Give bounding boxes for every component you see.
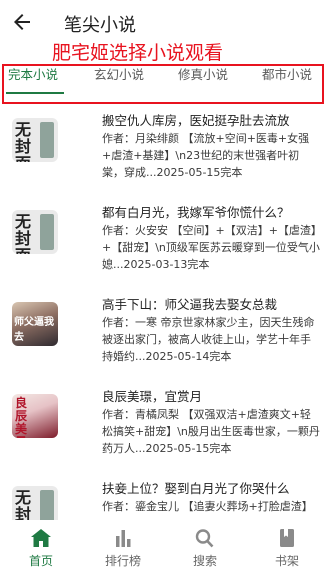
nav-home[interactable]: 首页: [0, 522, 82, 570]
home-icon: [31, 529, 51, 547]
book-title: 搬空仇人库房，医妃挺孕肚去流放: [102, 113, 290, 128]
book-cover: 无封面: [12, 118, 58, 162]
active-tab-indicator: [6, 92, 64, 94]
nav-bookshelf[interactable]: 书架: [246, 522, 328, 570]
annotation-overlay-text: 肥宅姬选择小说观看: [52, 42, 224, 64]
list-item[interactable]: 无封面 都有白月光，我嫁军爷你慌什么？ 作者：火安安 【空间】+【双洁】+【虐渣…: [0, 198, 328, 290]
book-description: 作者：一寒 帝京世家林家少主，因天生残命被逐出家门，被高人收徒上山，学艺十年手持…: [102, 316, 315, 363]
tab-xianxia-novels[interactable]: 修真小说: [178, 64, 228, 83]
bookshelf-icon: [280, 529, 294, 547]
tab-completed-novels[interactable]: 完本小说: [8, 64, 58, 83]
back-arrow-icon[interactable]: [10, 10, 34, 34]
book-title: 扶妾上位？娶到白月光了你哭什么: [102, 481, 290, 496]
list-item[interactable]: 良辰美景 良辰美璟，宜赏月 作者：青橘凤梨 【双强双洁+虐渣爽文+轻松搞笑+甜宠…: [0, 382, 328, 474]
book-list[interactable]: 无封面 搬空仇人库房，医妃挺孕肚去流放 作者：月染绯颜 【流放+空间+医毒+女强…: [0, 106, 328, 520]
search-icon: [195, 529, 214, 548]
book-title: 高手下山：师父逼我去娶女总裁: [102, 297, 278, 312]
book-cover: 无封面: [12, 486, 58, 520]
tab-urban-novels[interactable]: 都市小说: [262, 64, 312, 83]
book-cover: 良辰美景: [12, 394, 58, 438]
list-item[interactable]: 师父逼我去 高手下山：师父逼我去娶女总裁 作者：一寒 帝京世家林家少主，因天生残…: [0, 290, 328, 382]
book-title: 良辰美璟，宜赏月: [102, 389, 203, 404]
list-item[interactable]: 无封面 搬空仇人库房，医妃挺孕肚去流放 作者：月染绯颜 【流放+空间+医毒+女强…: [0, 106, 328, 198]
book-title: 都有白月光，我嫁军爷你慌什么？: [102, 205, 290, 220]
book-cover: 师父逼我去: [12, 302, 58, 346]
book-description: 作者：青橘凤梨 【双强双洁+虐渣爽文+轻松搞笑+甜宠】\n殷月出生医毒世家，一颗…: [102, 408, 320, 455]
book-description: 作者：月染绯颜 【流放+空间+医毒+女强+虐渣+基建】\n23世纪的末世强者叶初…: [102, 132, 310, 179]
bottom-navigation: 首页 排行榜 搜索 书架: [0, 522, 328, 570]
nav-rankings[interactable]: 排行榜: [82, 522, 164, 570]
book-description: 作者：鎏金宝儿 【追妻火葬场+打脸虐渣】: [102, 500, 313, 513]
tab-fantasy-novels[interactable]: 玄幻小说: [94, 64, 144, 83]
book-description: 作者：火安安 【空间】+【双洁】+【虐渣】+【甜宠】\n顶级军医苏云暖穿到一位受…: [102, 224, 320, 271]
page-title: 笔尖小说: [64, 15, 136, 36]
book-cover: 无封面: [12, 210, 58, 254]
bar-chart-icon: [116, 530, 131, 547]
list-item[interactable]: 无封面 扶妾上位？娶到白月光了你哭什么 作者：鎏金宝儿 【追妻火葬场+打脸虐渣】: [0, 474, 328, 520]
nav-search[interactable]: 搜索: [164, 522, 246, 570]
